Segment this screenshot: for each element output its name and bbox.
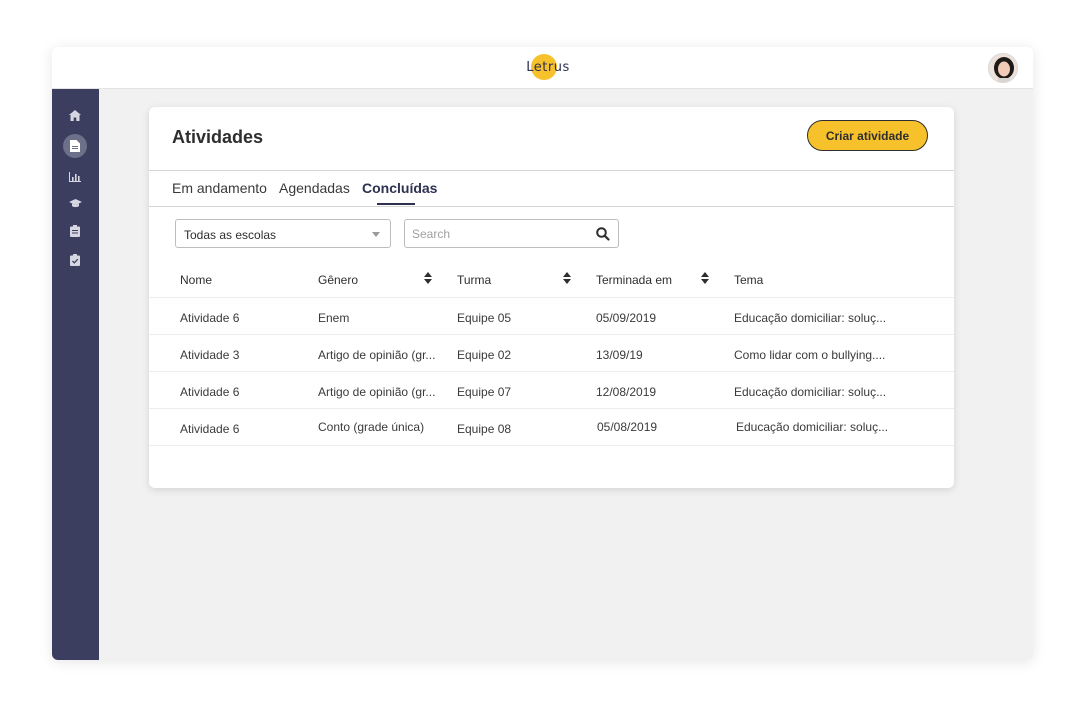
cell-tema: Educação domiciliar: soluç... bbox=[734, 311, 887, 325]
cell-nome: Atividade 6 bbox=[180, 422, 240, 436]
column-header-terminada-em[interactable]: Terminada em bbox=[596, 273, 672, 287]
table-row[interactable]: Atividade 6 Enem Equipe 05 05/09/2019 Ed… bbox=[149, 298, 954, 335]
tabs-divider bbox=[149, 206, 954, 207]
top-bar: Letrus bbox=[52, 47, 1033, 89]
column-header-genero[interactable]: Gênero bbox=[318, 273, 358, 287]
cell-terminada-em: 05/08/2019 bbox=[597, 420, 658, 434]
column-header-turma[interactable]: Turma bbox=[457, 273, 491, 287]
cell-terminada-em: 12/08/2019 bbox=[596, 385, 657, 399]
home-icon bbox=[69, 109, 81, 121]
chart-icon bbox=[69, 172, 81, 182]
tab-agendadas[interactable]: Agendadas bbox=[279, 180, 350, 196]
cell-genero: Conto (grade única) bbox=[318, 420, 425, 434]
clipboard-check-icon bbox=[70, 254, 80, 266]
search-input[interactable] bbox=[412, 225, 582, 243]
table-row[interactable]: Atividade 6 Artigo de opinião (gr... Equ… bbox=[149, 372, 954, 409]
cell-terminada-em: 05/09/2019 bbox=[596, 311, 657, 325]
cell-genero: Artigo de opinião (gr... bbox=[318, 385, 436, 399]
sidebar-item-reports[interactable] bbox=[63, 165, 87, 189]
activities-card: Atividades Criar atividade Em andamento … bbox=[149, 107, 954, 488]
sidebar-item-home[interactable] bbox=[63, 103, 87, 127]
cell-nome: Atividade 6 bbox=[180, 311, 240, 325]
search-icon[interactable] bbox=[595, 226, 611, 242]
cell-tema: Como lidar com o bullying.... bbox=[734, 348, 886, 362]
table-row[interactable]: Atividade 6 Conto (grade única) Equipe 0… bbox=[149, 409, 954, 446]
cell-turma: Equipe 02 bbox=[457, 348, 512, 362]
search-box[interactable] bbox=[404, 219, 619, 248]
cell-nome: Atividade 3 bbox=[180, 348, 240, 362]
school-select-value: Todas as escolas bbox=[184, 228, 277, 242]
sort-genero-icon[interactable] bbox=[424, 272, 432, 284]
cell-turma: Equipe 07 bbox=[457, 385, 512, 399]
header-divider bbox=[149, 170, 954, 171]
tab-em-andamento[interactable]: Em andamento bbox=[172, 180, 267, 196]
app-window: Letrus Atividades Criar atividade Em and… bbox=[52, 47, 1033, 660]
cell-turma: Equipe 05 bbox=[457, 311, 512, 325]
sort-terminada-icon[interactable] bbox=[701, 272, 709, 284]
graduation-cap-icon bbox=[68, 199, 82, 208]
user-avatar-icon bbox=[989, 54, 1017, 82]
clipboard-icon bbox=[70, 225, 80, 237]
sidebar-item-tasks[interactable] bbox=[63, 219, 87, 243]
sidebar-item-completed[interactable] bbox=[63, 248, 87, 272]
logo-text: Letrus bbox=[526, 60, 570, 75]
sidebar-item-activities[interactable] bbox=[63, 134, 87, 158]
cell-nome: Atividade 6 bbox=[180, 385, 240, 399]
cell-tema: Educação domiciliar: soluç... bbox=[734, 385, 887, 399]
avatar[interactable] bbox=[988, 53, 1018, 83]
table-row[interactable]: Atividade 3 Artigo de opinião (gr... Equ… bbox=[149, 335, 954, 372]
sidebar bbox=[52, 89, 99, 660]
cell-genero: Enem bbox=[318, 311, 350, 325]
letrus-logo[interactable]: Letrus bbox=[518, 54, 578, 82]
column-header-nome[interactable]: Nome bbox=[180, 273, 212, 287]
tab-concluidas[interactable]: Concluídas bbox=[362, 180, 437, 196]
sort-turma-icon[interactable] bbox=[563, 272, 571, 284]
cell-terminada-em: 13/09/19 bbox=[596, 348, 643, 362]
school-select[interactable]: Todas as escolas bbox=[175, 219, 391, 248]
table-header: Nome Gênero Turma Terminada em Tema bbox=[149, 260, 954, 298]
cell-genero: Artigo de opinião (gr... bbox=[318, 348, 436, 362]
document-icon bbox=[70, 140, 80, 152]
cell-tema: Educação domiciliar: soluç... bbox=[736, 420, 889, 434]
active-tab-indicator bbox=[377, 203, 415, 205]
create-activity-button[interactable]: Criar atividade bbox=[807, 120, 928, 151]
sidebar-item-classes[interactable] bbox=[63, 191, 87, 215]
chevron-down-icon bbox=[372, 232, 380, 237]
page-title: Atividades bbox=[172, 127, 264, 147]
column-header-tema[interactable]: Tema bbox=[734, 273, 763, 287]
cell-turma: Equipe 08 bbox=[457, 422, 512, 436]
